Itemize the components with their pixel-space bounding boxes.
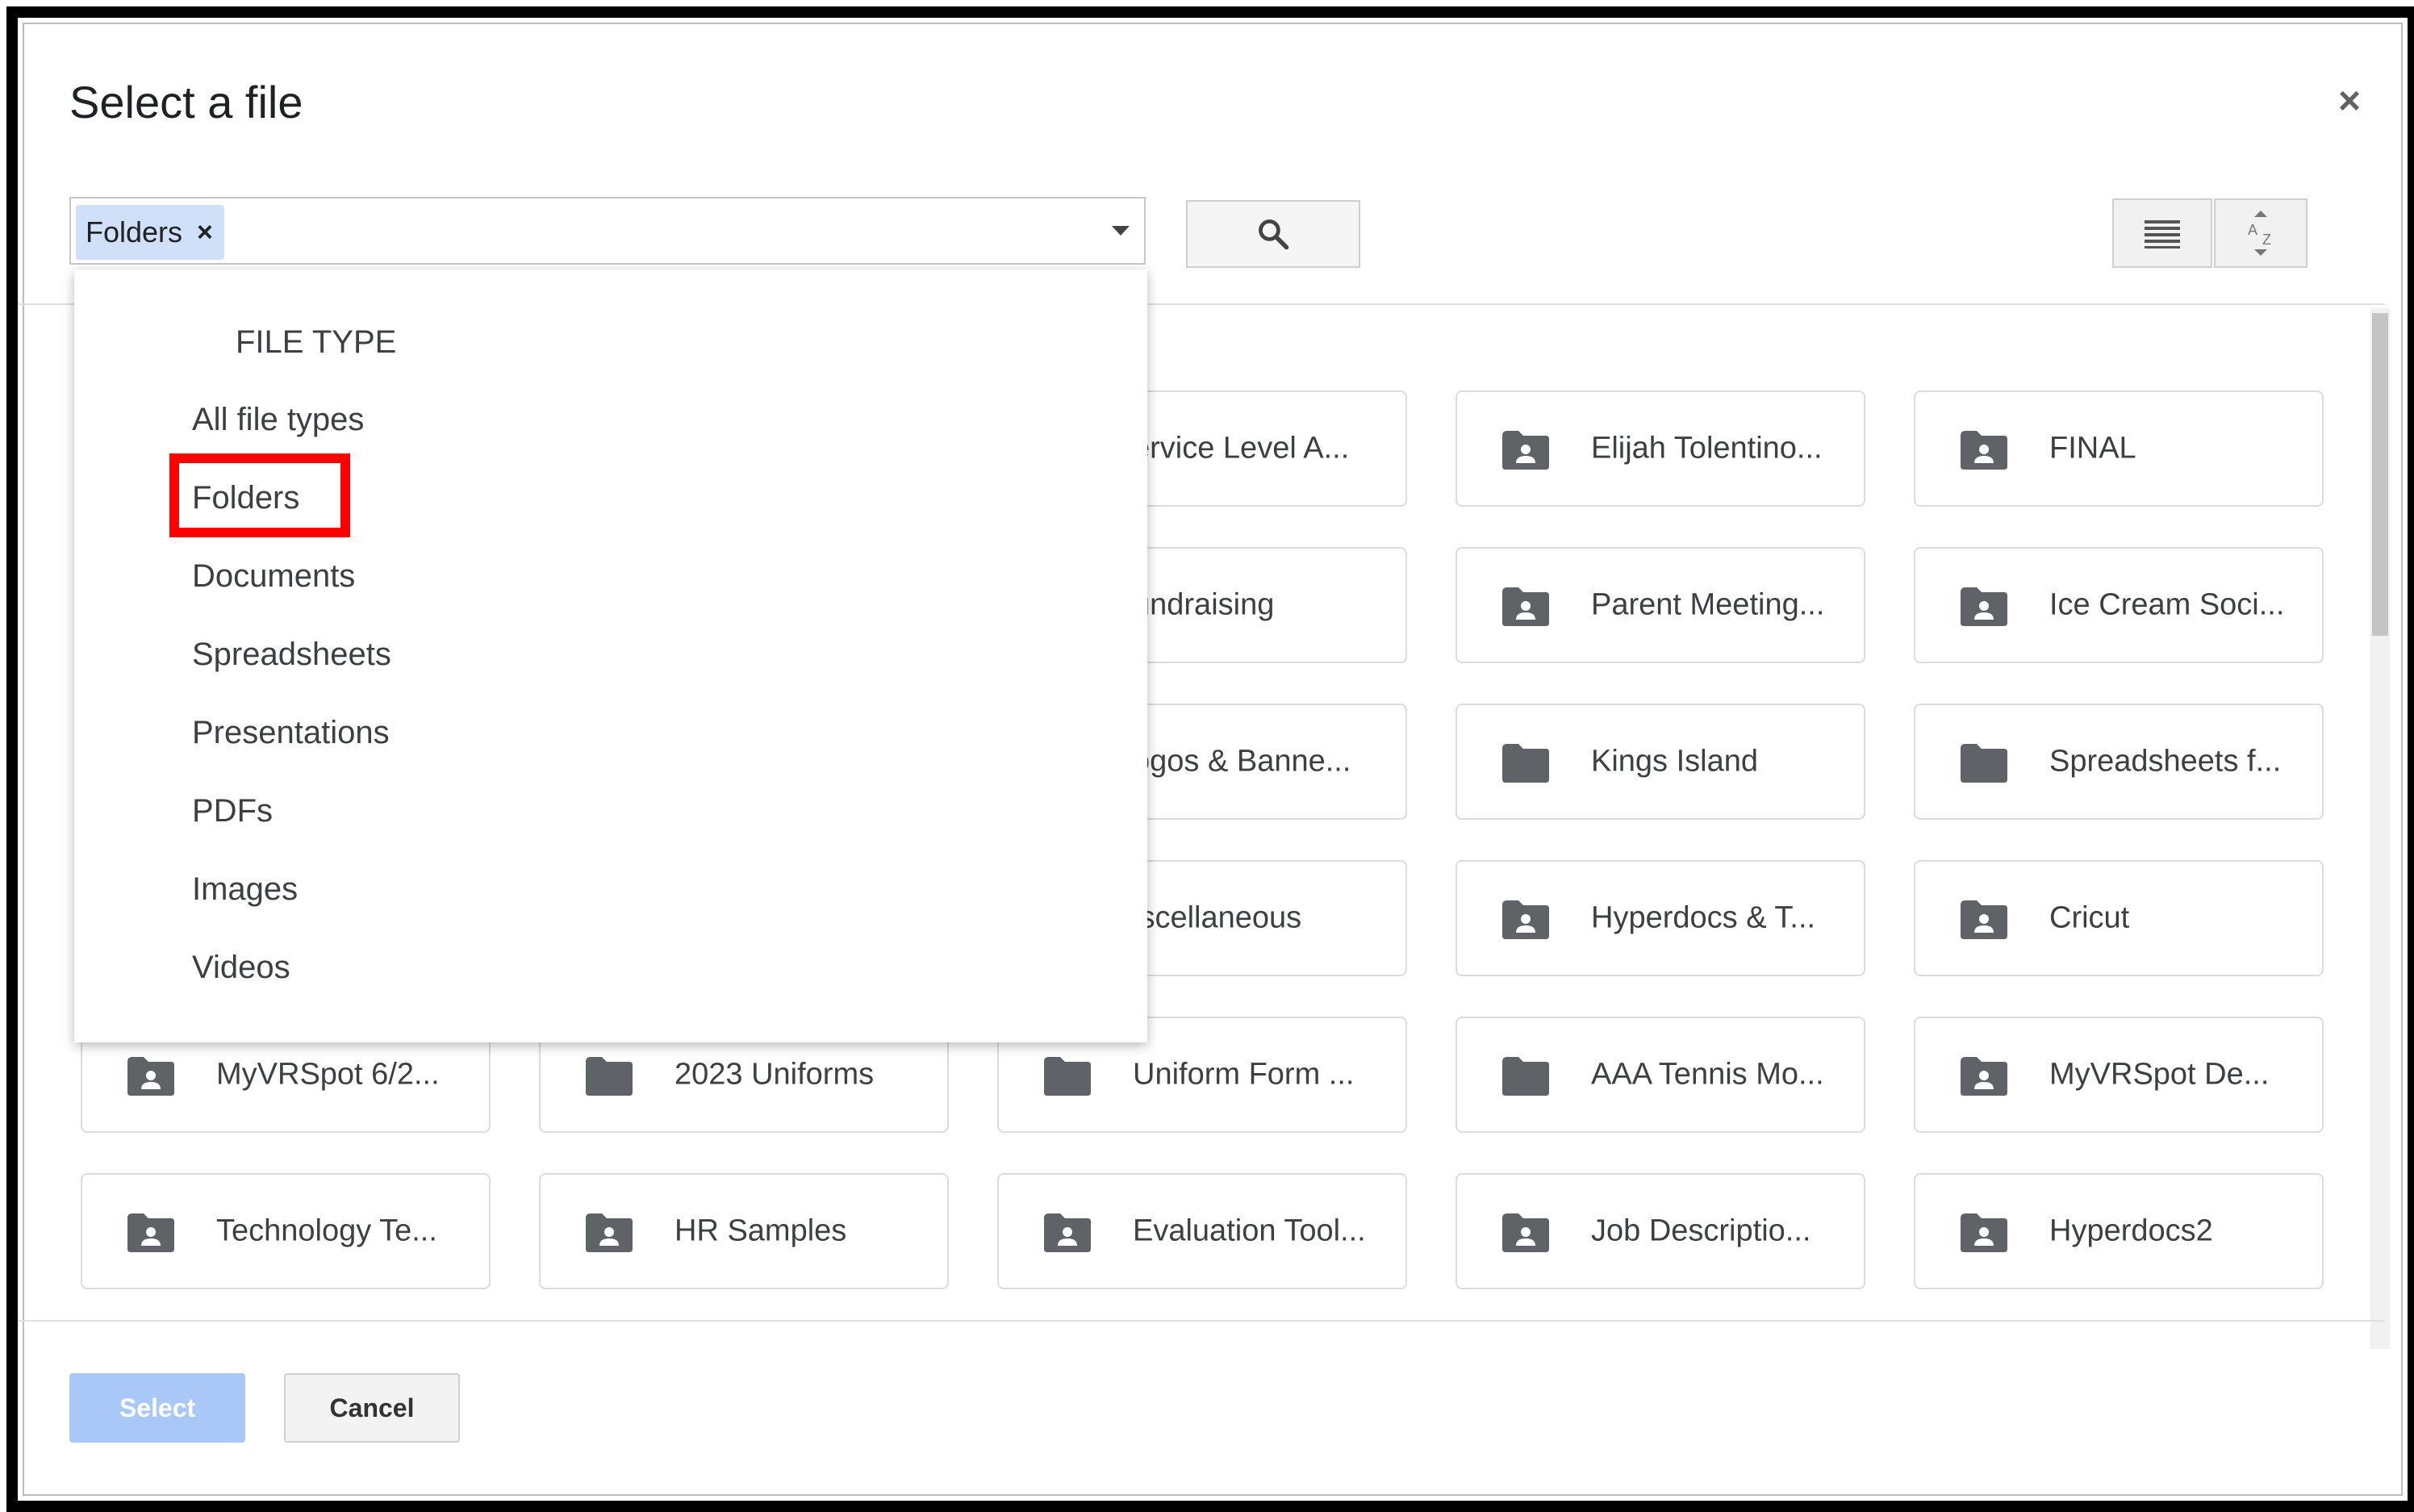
- grid-item-label: Cricut: [2049, 900, 2130, 935]
- shared-folder-icon: [127, 1057, 174, 1096]
- shared-folder-icon: [1961, 900, 2007, 939]
- dropdown-item-images[interactable]: Images: [192, 871, 298, 908]
- shared-folder-icon: [586, 1213, 633, 1252]
- grid-item-label: FINAL: [2049, 431, 2136, 466]
- dropdown-item-documents[interactable]: Documents: [192, 558, 355, 595]
- shared-folder-icon: [1961, 1057, 2007, 1096]
- grid-item-label: HR Samples: [674, 1213, 847, 1248]
- select-button[interactable]: Select: [69, 1373, 245, 1443]
- shared-folder-icon: [1502, 431, 1549, 470]
- grid-item[interactable]: Hyperdocs & T...: [1456, 860, 1865, 976]
- shared-folder-icon: [1044, 1213, 1091, 1252]
- grid-item[interactable]: Parent Meeting...: [1456, 547, 1865, 663]
- search-icon: [1259, 219, 1289, 250]
- folder-icon: [1502, 1057, 1549, 1096]
- dropdown-item-all-file-types[interactable]: All file types: [192, 402, 364, 438]
- grid-item[interactable]: Job Descriptio...: [1456, 1173, 1865, 1289]
- grid-item-label: undraising: [1133, 587, 1275, 622]
- sort-button[interactable]: A Z: [2214, 198, 2308, 268]
- grid-item-label: Hyperdocs2: [2049, 1213, 2213, 1248]
- cancel-button[interactable]: Cancel: [284, 1373, 460, 1443]
- dropdown-item-videos[interactable]: Videos: [192, 950, 290, 986]
- grid-item-label: ervice Level A...: [1133, 431, 1350, 466]
- dropdown-item-spreadsheets[interactable]: Spreadsheets: [192, 637, 391, 673]
- dropdown-heading: FILE TYPE: [236, 324, 397, 360]
- close-icon[interactable]: ×: [2338, 82, 2361, 121]
- highlight-box: [169, 453, 350, 537]
- file-type-dropdown: FILE TYPE All file types Folders Documen…: [74, 269, 1147, 1042]
- filter-chip-label: Folders: [86, 215, 183, 249]
- folder-icon: [1044, 1057, 1091, 1096]
- grid-item[interactable]: HR Samples: [539, 1173, 949, 1289]
- grid-item[interactable]: Ice Cream Soci...: [1914, 547, 2324, 663]
- grid-item[interactable]: Technology Te...: [81, 1173, 491, 1289]
- scrollbar-thumb[interactable]: [2372, 313, 2388, 636]
- folder-icon: [1502, 744, 1549, 783]
- grid-item-label: Evaluation Tool...: [1133, 1213, 1366, 1248]
- grid-item[interactable]: Hyperdocs2: [1914, 1173, 2324, 1289]
- chevron-down-icon[interactable]: [1112, 226, 1130, 236]
- shared-folder-icon: [1502, 900, 1549, 939]
- folder-icon: [586, 1057, 633, 1096]
- grid-item[interactable]: AAA Tennis Mo...: [1456, 1017, 1865, 1133]
- grid-item-label: MyVRSpot De...: [2049, 1057, 2270, 1092]
- grid-item-label: Parent Meeting...: [1591, 587, 1825, 622]
- dropdown-item-presentations[interactable]: Presentations: [192, 715, 390, 751]
- filter-chip: Folders ×: [76, 205, 224, 260]
- shared-folder-icon: [1961, 1213, 2007, 1252]
- shared-folder-icon: [1961, 431, 2007, 470]
- svg-text:A: A: [2248, 222, 2257, 238]
- chip-remove-icon[interactable]: ×: [197, 217, 213, 249]
- grid-item[interactable]: Elijah Tolentino...: [1456, 391, 1865, 507]
- grid-item[interactable]: Cricut: [1914, 860, 2324, 976]
- grid-item[interactable]: MyVRSpot De...: [1914, 1017, 2324, 1133]
- grid-item-label: Kings Island: [1591, 744, 1759, 779]
- dropdown-item-pdfs[interactable]: PDFs: [192, 793, 273, 829]
- grid-item-label: iscellaneous: [1133, 900, 1302, 935]
- shared-folder-icon: [1502, 1213, 1549, 1252]
- folder-icon: [1961, 744, 2007, 783]
- grid-item-label: Elijah Tolentino...: [1591, 431, 1823, 466]
- grid-item[interactable]: Kings Island: [1456, 704, 1865, 820]
- grid-item-label: Ice Cream Soci...: [2049, 587, 2285, 622]
- grid-item-label: Spreadsheets f...: [2049, 744, 2282, 779]
- grid-item-label: MyVRSpot 6/2...: [216, 1057, 440, 1092]
- sort-az-icon: A Z: [2248, 211, 2271, 256]
- grid-item[interactable]: Spreadsheets f...: [1914, 704, 2324, 820]
- grid-item-label: AAA Tennis Mo...: [1591, 1057, 1824, 1092]
- list-view-icon: [2145, 220, 2180, 249]
- grid-item[interactable]: FINAL: [1914, 391, 2324, 507]
- shared-folder-icon: [1961, 587, 2007, 626]
- grid-item[interactable]: Evaluation Tool...: [997, 1173, 1407, 1289]
- file-type-filter-input[interactable]: Folders ×: [69, 197, 1146, 265]
- dialog-title: Select a file: [69, 77, 303, 127]
- grid-item-label: ogos & Banne...: [1133, 744, 1351, 779]
- dialog-window: Select a file × Folders × A Z ervice Lev…: [6, 6, 2414, 1512]
- list-view-button[interactable]: [2112, 198, 2212, 268]
- grid-item-label: 2023 Uniforms: [674, 1057, 875, 1092]
- shared-folder-icon: [1502, 587, 1549, 626]
- search-button[interactable]: [1186, 200, 1360, 268]
- grid-item-label: Job Descriptio...: [1591, 1213, 1811, 1248]
- shared-folder-icon: [127, 1213, 174, 1252]
- grid-item-label: Hyperdocs & T...: [1591, 900, 1816, 935]
- footer-divider: [18, 1320, 2385, 1322]
- svg-text:Z: Z: [2262, 232, 2271, 248]
- grid-item-label: Uniform Form ...: [1133, 1057, 1355, 1092]
- grid-item-label: Technology Te...: [216, 1213, 437, 1248]
